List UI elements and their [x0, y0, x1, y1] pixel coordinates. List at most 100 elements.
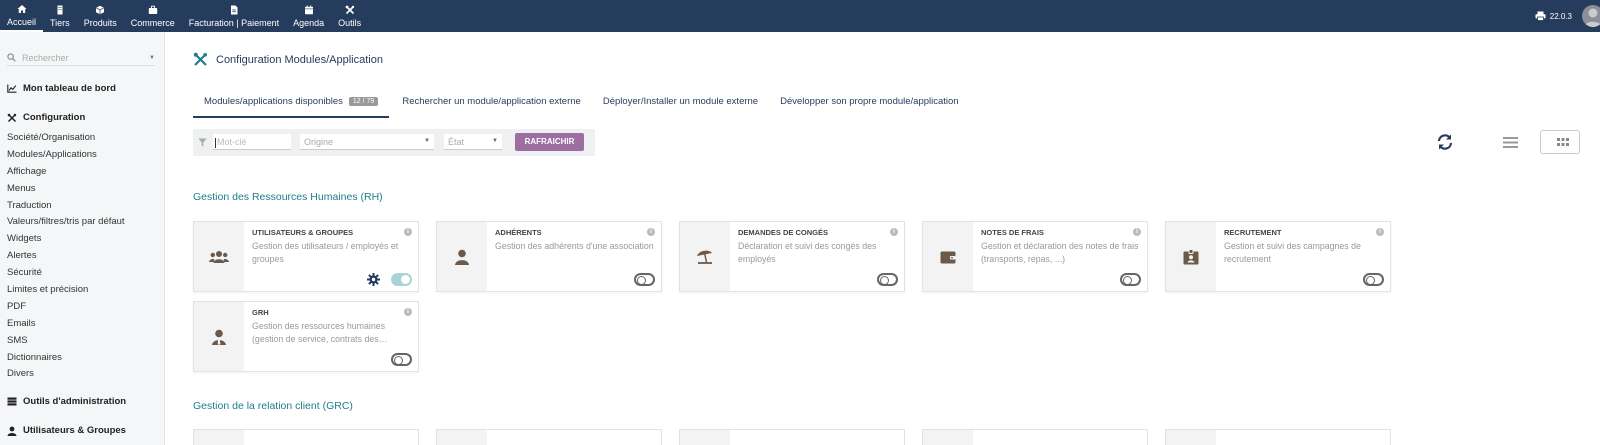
keyword-input[interactable]: Mot-clé [213, 134, 291, 150]
sidebar-config-links: Société/Organisation Modules/Application… [7, 130, 125, 383]
info-icon[interactable]: i [404, 228, 412, 236]
tab-deploy-external[interactable]: Déployer/Installer un module externe [592, 92, 769, 118]
print-version-button[interactable]: 22.0.3 [1535, 11, 1572, 21]
tools-icon [7, 113, 17, 122]
module-tabs: Modules/applications disponibles 12 / 79… [193, 92, 970, 118]
tab-develop-own[interactable]: Développer son propre module/application [769, 92, 970, 118]
sidebar-dashboard-label: Mon tableau de bord [23, 83, 116, 94]
topnav-item-commerce[interactable]: Commerce [124, 0, 182, 32]
state-placeholder: État [448, 137, 465, 147]
grid-view-button[interactable] [1540, 130, 1580, 154]
refresh-button[interactable]: RAFRAICHIR [515, 133, 584, 151]
sidebar-item-affichage[interactable]: Affichage [7, 164, 125, 181]
tab-search-external[interactable]: Rechercher un module/application externe [389, 92, 592, 118]
info-icon[interactable]: i [1133, 228, 1141, 236]
topnav-label: Accueil [7, 16, 37, 27]
topnav-label: Commerce [130, 17, 175, 28]
module-description: Déclaration et suivi des congés des empl… [738, 241, 877, 265]
calendar-icon [304, 5, 313, 14]
sidebar-item-securite[interactable]: Sécurité [7, 265, 125, 282]
users-icon [209, 250, 229, 263]
chevron-down-icon: ▼ [492, 138, 498, 144]
topnav-label: Produits [83, 17, 117, 28]
state-select[interactable]: État ▼ [444, 134, 502, 150]
sidebar-item-sms[interactable]: SMS [7, 333, 125, 350]
module-card-adherents: ADHÉRENTS Gestion des adhérents d'une as… [436, 221, 662, 292]
module-description: Gestion des adhérents d'une association [495, 241, 654, 251]
home-icon [17, 4, 26, 13]
user-avatar[interactable] [1582, 5, 1600, 27]
topnav-label: Agenda [293, 17, 325, 28]
module-toggle[interactable] [634, 273, 655, 286]
sidebar-users-groups[interactable]: Utilisateurs & Groupes [7, 425, 126, 436]
keyword-placeholder: Mot-clé [217, 137, 247, 147]
topnav-item-outils[interactable]: Outils [331, 0, 368, 32]
module-icon-area [680, 430, 730, 445]
topnav-label: Facturation | Paiement [188, 17, 280, 28]
module-card-stub [436, 429, 662, 445]
module-toggle[interactable] [1363, 273, 1384, 286]
search-input[interactable]: Rechercher [22, 53, 149, 63]
module-title: NOTES DE FRAIS [981, 228, 1044, 237]
sidebar-item-widgets[interactable]: Widgets [7, 231, 125, 248]
sidebar-item-societe[interactable]: Société/Organisation [7, 130, 125, 147]
sync-icon[interactable] [1436, 133, 1454, 151]
sidebar-item-traduction[interactable]: Traduction [7, 198, 125, 215]
module-card-users-groups: UTILISATEURS & GROUPES Gestion des utili… [193, 221, 419, 292]
info-icon[interactable]: i [890, 228, 898, 236]
topnav-item-tiers[interactable]: Tiers [43, 0, 77, 32]
tools-icon [193, 52, 207, 66]
top-menu-bar: Accueil Tiers Produits Commerce Facturat… [0, 0, 1600, 32]
sidebar-item-alertes[interactable]: Alertes [7, 248, 125, 265]
module-toggle[interactable] [877, 273, 898, 286]
tab-available-modules[interactable]: Modules/applications disponibles 12 / 79 [193, 92, 390, 118]
version-label: 22.0.3 [1549, 11, 1572, 21]
section-title-grc: Gestion de la relation client (GRC) [193, 400, 353, 412]
gear-icon[interactable] [367, 273, 380, 286]
module-icon-area [1166, 430, 1216, 445]
sidebar-item-pdf[interactable]: PDF [7, 299, 125, 316]
info-icon[interactable]: i [404, 308, 412, 316]
topbar-right: 22.0.3 [1535, 0, 1600, 32]
sidebar-dashboard[interactable]: Mon tableau de bord [7, 83, 116, 94]
module-toggle[interactable] [391, 353, 412, 366]
building-icon [57, 5, 63, 14]
sidebar-admin-tools[interactable]: Outils d'administration [7, 396, 126, 407]
sidebar-item-dictionnaires[interactable]: Dictionnaires [7, 350, 125, 367]
info-icon[interactable]: i [1376, 228, 1384, 236]
sidebar-configuration[interactable]: Configuration [7, 112, 85, 123]
module-toggle[interactable] [391, 273, 412, 286]
printer-icon [1535, 11, 1546, 21]
tab-label: Développer son propre module/application [780, 96, 959, 107]
chevron-down-icon: ▼ [424, 138, 430, 144]
origin-select[interactable]: Origine ▼ [300, 134, 434, 150]
sidebar-item-menus[interactable]: Menus [7, 181, 125, 198]
filter-icon [198, 138, 207, 147]
list-view-icon[interactable] [1503, 136, 1518, 149]
search-icon [7, 53, 16, 62]
info-icon[interactable]: i [647, 228, 655, 236]
topnav-item-accueil[interactable]: Accueil [0, 0, 44, 32]
left-sidebar: Rechercher ▼ Mon tableau de bord Configu… [0, 32, 165, 445]
topnav-item-agenda[interactable]: Agenda [286, 0, 331, 32]
module-card-stub [193, 429, 419, 445]
topnav-item-facturation[interactable]: Facturation | Paiement [182, 0, 286, 32]
sidebar-item-emails[interactable]: Emails [7, 316, 125, 333]
module-card-stub [679, 429, 905, 445]
sidebar-item-modules[interactable]: Modules/Applications [7, 147, 125, 164]
topnav-item-produits[interactable]: Produits [77, 0, 124, 32]
sidebar-admin-tools-label: Outils d'administration [23, 396, 127, 407]
module-icon-area [923, 430, 973, 445]
sidebar-item-limites[interactable]: Limites et précision [7, 282, 125, 299]
sidebar-search[interactable]: Rechercher ▼ [7, 50, 155, 66]
tools-icon [345, 5, 354, 14]
module-icon-area [437, 222, 487, 291]
origin-placeholder: Origine [304, 137, 334, 147]
sidebar-item-valeurs[interactable]: Valeurs/filtres/tris par défaut [7, 214, 125, 231]
chevron-down-icon[interactable]: ▼ [149, 55, 155, 61]
tab-label: Rechercher un module/application externe [402, 96, 581, 107]
sidebar-item-divers[interactable]: Divers [7, 366, 125, 383]
module-toggle[interactable] [1120, 273, 1141, 286]
filter-bar: Mot-clé Origine ▼ État ▼ RAFRAICHIR [193, 129, 595, 156]
section-title-rh: Gestion des Ressources Humaines (RH) [193, 191, 383, 203]
